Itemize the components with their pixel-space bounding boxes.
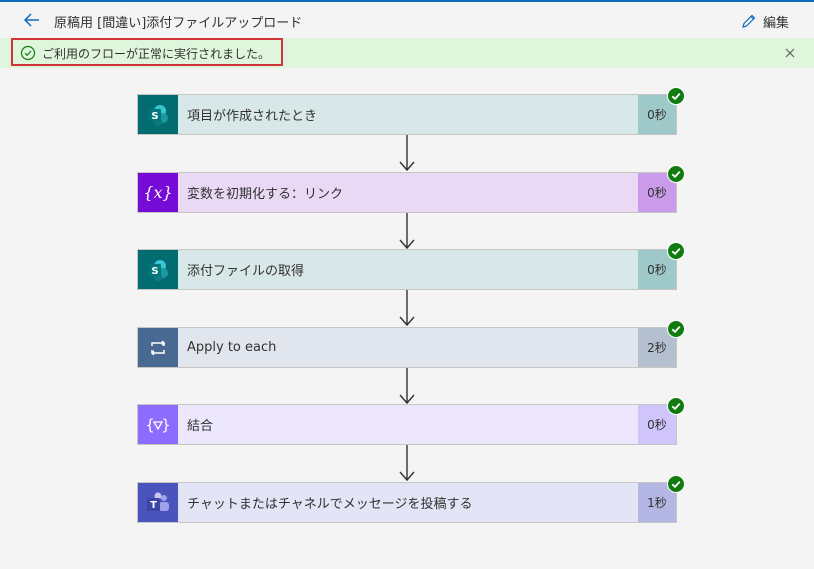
success-check-icon xyxy=(667,397,685,415)
success-check-icon xyxy=(667,87,685,105)
step-join[interactable]: { } 結合 0秒 xyxy=(137,404,677,445)
loop-icon xyxy=(138,328,178,367)
variable-icon: {x} xyxy=(138,173,178,212)
step-post-teams-message[interactable]: T チャットまたはチャネルでメッセージを投稿する 1秒 xyxy=(137,482,677,523)
step-label: 結合 xyxy=(187,419,214,434)
flow-arrow xyxy=(399,368,415,405)
flow-arrow xyxy=(399,135,415,172)
svg-text:S: S xyxy=(151,266,158,277)
step-label: チャットまたはチャネルでメッセージを投稿する xyxy=(187,497,473,512)
success-check-icon xyxy=(667,242,685,260)
svg-text:{x}: {x} xyxy=(144,183,172,202)
success-check-icon xyxy=(667,475,685,493)
step-label: Apply to each xyxy=(187,340,277,355)
flow-arrow xyxy=(399,213,415,250)
step-apply-to-each[interactable]: Apply to each 2秒 xyxy=(137,327,677,368)
success-check-icon xyxy=(667,165,685,183)
edit-label: 編集 xyxy=(763,15,790,31)
teams-icon: T xyxy=(138,483,178,522)
sharepoint-icon: S xyxy=(138,95,178,134)
svg-text:}: } xyxy=(161,416,171,434)
step-label: 添付ファイルの取得 xyxy=(187,264,305,279)
step-label: 変数を初期化する：リンク xyxy=(187,187,344,202)
step-label: 項目が作成されたとき xyxy=(187,109,318,124)
check-circle-icon xyxy=(20,45,36,61)
flow-arrow xyxy=(399,445,415,482)
sharepoint-icon: S xyxy=(138,250,178,289)
step-trigger-item-created[interactable]: S 項目が作成されたとき 0秒 xyxy=(137,94,677,135)
svg-text:S: S xyxy=(151,111,158,122)
pencil-icon xyxy=(742,14,756,28)
step-initialize-variable[interactable]: {x} 変数を初期化する：リンク 0秒 xyxy=(137,172,677,213)
banner-message: ご利用のフローが正常に実行されました。 xyxy=(42,47,271,61)
svg-text:{: { xyxy=(145,416,155,434)
data-operation-icon: { } xyxy=(138,405,178,444)
flow-arrow xyxy=(399,290,415,327)
edit-button[interactable]: 編集 xyxy=(741,11,789,31)
success-check-icon xyxy=(667,320,685,338)
header-bar: 原稿用 [間違い]添付ファイルアップロード 編集 xyxy=(0,2,814,38)
page-title: 原稿用 [間違い]添付ファイルアップロード xyxy=(54,16,303,31)
arrow-left-icon[interactable] xyxy=(22,10,42,30)
close-icon[interactable] xyxy=(782,45,798,61)
svg-text:T: T xyxy=(150,500,157,511)
step-get-attachments[interactable]: S 添付ファイルの取得 0秒 xyxy=(137,249,677,290)
